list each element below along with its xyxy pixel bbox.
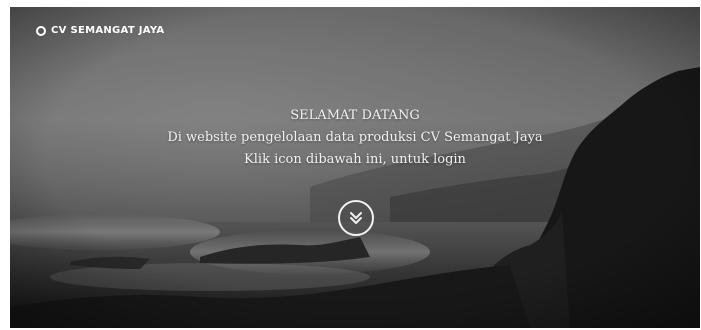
scroll-down-button[interactable]: [338, 200, 374, 236]
hero-instruction: Klik icon dibawah ini, untuk login: [244, 152, 466, 167]
hero-title: SELAMAT DATANG: [290, 108, 420, 123]
circle-dot-icon: [36, 25, 46, 36]
hero-section: CV SEMANGAT JAYA SELAMAT DATANG Di websi…: [10, 7, 700, 328]
navbar-brand[interactable]: CV SEMANGAT JAYA: [36, 25, 164, 36]
double-chevron-down-icon: [350, 212, 362, 224]
brand-label: CV SEMANGAT JAYA: [51, 25, 165, 36]
hero-text: SELAMAT DATANG Di website pengelolaan da…: [10, 105, 700, 171]
hero-subtitle: Di website pengelolaan data produksi CV …: [167, 130, 543, 145]
